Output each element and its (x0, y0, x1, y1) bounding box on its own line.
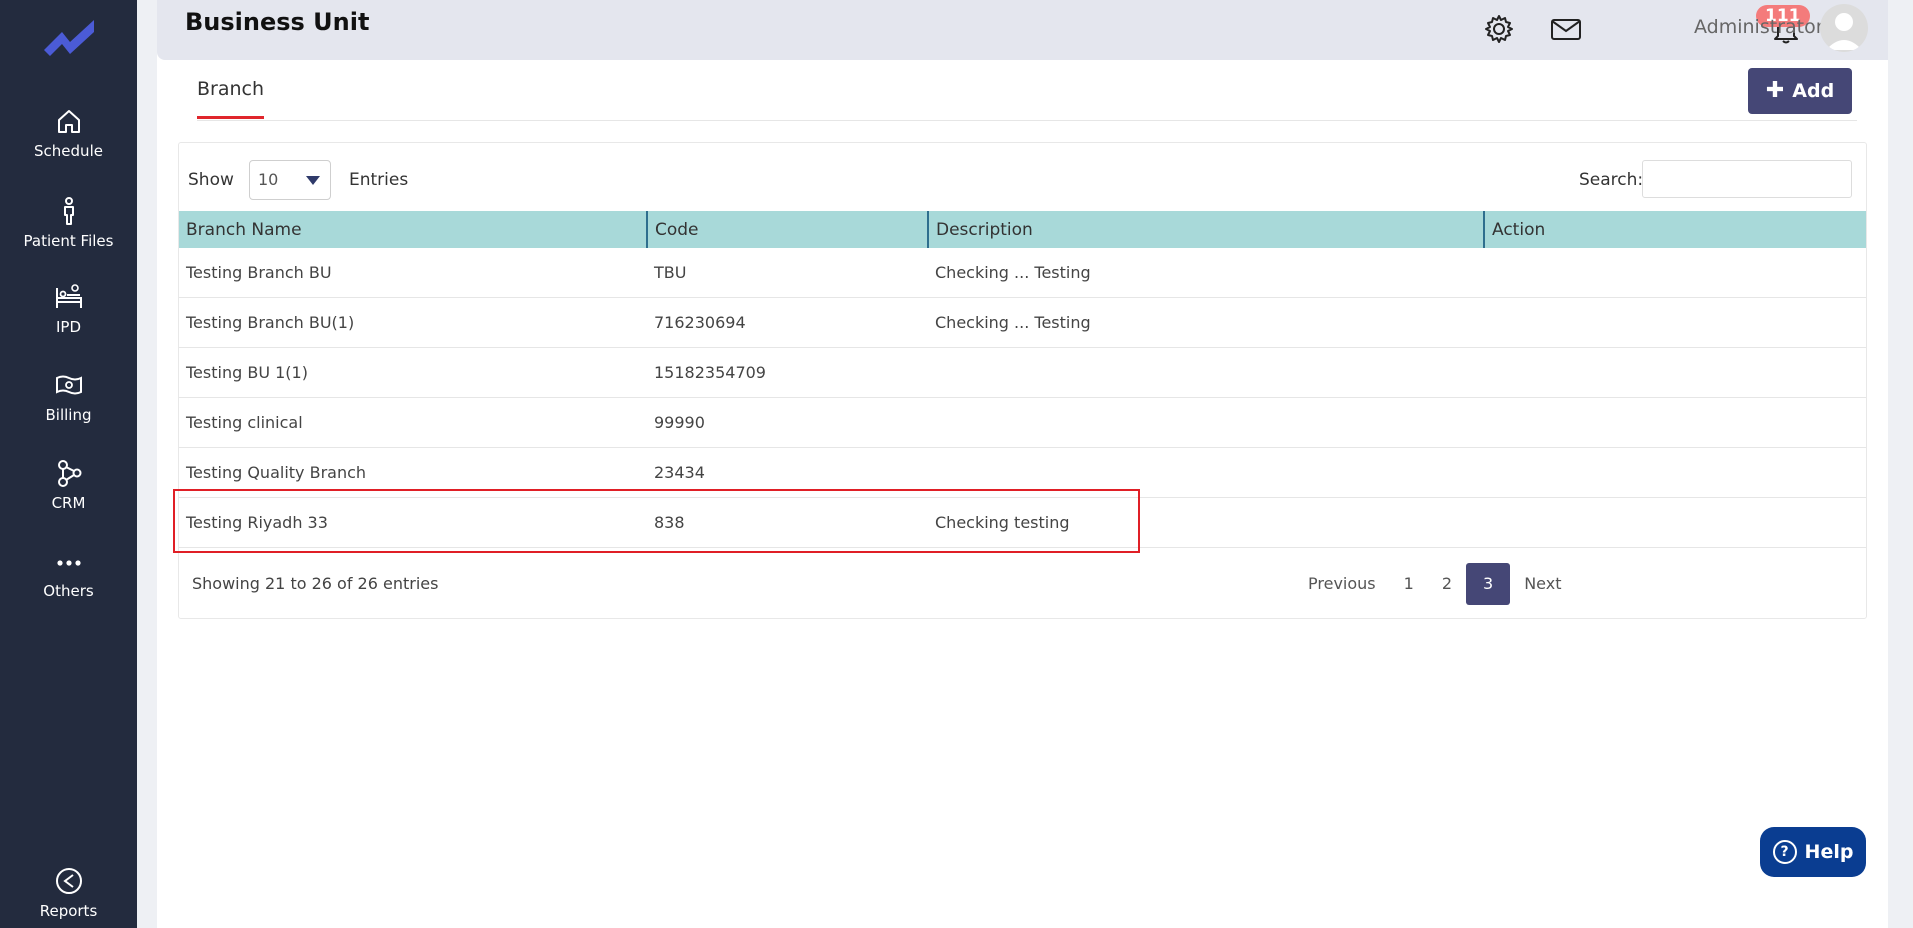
sidebar-item-label: Patient Files (23, 232, 114, 250)
cell-action[interactable] (1484, 397, 1866, 448)
billing-icon (55, 375, 82, 395)
cell-branch-name: Testing Branch BU (179, 248, 647, 298)
more-icon (56, 560, 81, 566)
cell-description: Checking testing (928, 497, 1484, 548)
add-button[interactable]: ✚ Add (1748, 68, 1852, 114)
table-row[interactable]: Testing Branch BU TBU Checking ... Testi… (179, 248, 1866, 298)
search-input[interactable] (1642, 160, 1852, 198)
tab-branch[interactable]: Branch (197, 78, 265, 119)
table-header-row: Branch Name Code Description Action (179, 211, 1866, 248)
top-header: Business Unit 111 Administrator (157, 0, 1888, 60)
show-label: Show (188, 170, 234, 190)
cell-branch-name: Testing Branch BU(1) (179, 297, 647, 348)
pagination: Previous 1 2 3 Next (1294, 563, 1575, 605)
home-icon (57, 110, 80, 133)
user-name[interactable]: Administrator (1694, 16, 1824, 38)
page-title: Business Unit (185, 8, 370, 36)
table-row[interactable]: Testing Riyadh 33 838 Checking testing (179, 497, 1866, 548)
sidebar-item-label: Reports (39, 902, 98, 920)
sidebar-item-reports[interactable]: Reports (0, 866, 137, 920)
pagination-info: Showing 21 to 26 of 26 entries (192, 574, 439, 593)
sidebar: Schedule Patient Files IPD Billing CRM O… (0, 0, 137, 928)
cell-code: 15182354709 (647, 347, 928, 398)
sidebar-item-others[interactable]: Others (0, 546, 137, 600)
sidebar-item-label: Billing (45, 406, 92, 424)
cell-description (928, 347, 1484, 398)
left-gutter (137, 0, 157, 928)
cell-code: TBU (647, 248, 928, 298)
main-content: Business Unit 111 Administrator Branch ✚ (157, 0, 1888, 928)
cell-action[interactable] (1484, 297, 1866, 348)
sidebar-item-label: Others (43, 582, 94, 600)
cell-code: 716230694 (647, 297, 928, 348)
page-scrollbar[interactable] (1888, 0, 1913, 928)
entries-label: Entries (349, 170, 409, 190)
column-header-action: Action (1483, 211, 1866, 248)
sidebar-item-billing[interactable]: Billing (0, 370, 137, 424)
app-logo-icon[interactable] (40, 14, 98, 58)
column-header-code[interactable]: Code (646, 211, 928, 248)
table-row[interactable]: Testing Branch BU(1) 716230694 Checking … (179, 297, 1866, 348)
reports-icon (55, 868, 82, 894)
cell-description: Checking ... Testing (928, 248, 1484, 298)
sidebar-item-schedule[interactable]: Schedule (0, 106, 137, 160)
pagination-page-3[interactable]: 3 (1466, 563, 1511, 605)
page-size-value: 10 (258, 170, 279, 189)
cell-branch-name: Testing Riyadh 33 (179, 497, 647, 548)
pagination-next[interactable]: Next (1510, 563, 1575, 605)
cell-description: Checking ... Testing (928, 297, 1484, 348)
avatar[interactable] (1820, 4, 1868, 52)
branch-table-card: Show 10 Entries Search: Branch Name Code… (178, 142, 1867, 619)
column-header-branch-name[interactable]: Branch Name (179, 211, 647, 248)
column-header-description[interactable]: Description (927, 211, 1484, 248)
cell-code: 838 (647, 497, 928, 548)
cell-code: 99990 (647, 397, 928, 448)
sidebar-item-label: IPD (55, 318, 82, 336)
add-button-label: Add (1792, 80, 1835, 102)
cell-action[interactable] (1484, 347, 1866, 398)
sidebar-item-label: Schedule (34, 142, 103, 160)
page-size-select[interactable]: 10 (249, 160, 331, 200)
pagination-page-1[interactable]: 1 (1390, 563, 1428, 605)
cell-action[interactable] (1484, 497, 1866, 548)
cell-action[interactable] (1484, 248, 1866, 298)
crm-icon (57, 460, 81, 487)
mail-icon[interactable] (1549, 12, 1583, 46)
user-avatar-icon (1826, 13, 1862, 50)
sidebar-item-patient-files[interactable]: Patient Files (0, 196, 137, 250)
pagination-previous[interactable]: Previous (1294, 563, 1390, 605)
cell-branch-name: Testing Quality Branch (179, 447, 647, 498)
sidebar-item-crm[interactable]: CRM (0, 458, 137, 512)
help-button[interactable]: ? Help (1760, 827, 1866, 877)
question-icon: ? (1772, 840, 1797, 864)
gear-icon[interactable] (1482, 12, 1516, 46)
cell-description (928, 447, 1484, 498)
table-row[interactable]: Testing Quality Branch 23434 (179, 447, 1866, 498)
help-label: Help (1804, 841, 1854, 863)
cell-description (928, 397, 1484, 448)
branch-table: Branch Name Code Description Action Test… (179, 211, 1866, 548)
sidebar-item-ipd[interactable]: IPD (0, 282, 137, 336)
cell-branch-name: Testing clinical (179, 397, 647, 448)
tab-bar: Branch (197, 60, 1857, 121)
bed-icon (55, 284, 82, 308)
cell-code: 23434 (647, 447, 928, 498)
caret-down-icon (306, 176, 320, 185)
search-label: Search: (1579, 170, 1644, 190)
pagination-page-2[interactable]: 2 (1428, 563, 1466, 605)
table-row[interactable]: Testing BU 1(1) 15182354709 (179, 347, 1866, 398)
cell-branch-name: Testing BU 1(1) (179, 347, 647, 398)
sidebar-item-label: CRM (51, 494, 86, 512)
person-icon (63, 197, 74, 225)
cell-action[interactable] (1484, 447, 1866, 498)
table-row[interactable]: Testing clinical 99990 (179, 397, 1866, 448)
plus-icon: ✚ (1765, 78, 1785, 103)
